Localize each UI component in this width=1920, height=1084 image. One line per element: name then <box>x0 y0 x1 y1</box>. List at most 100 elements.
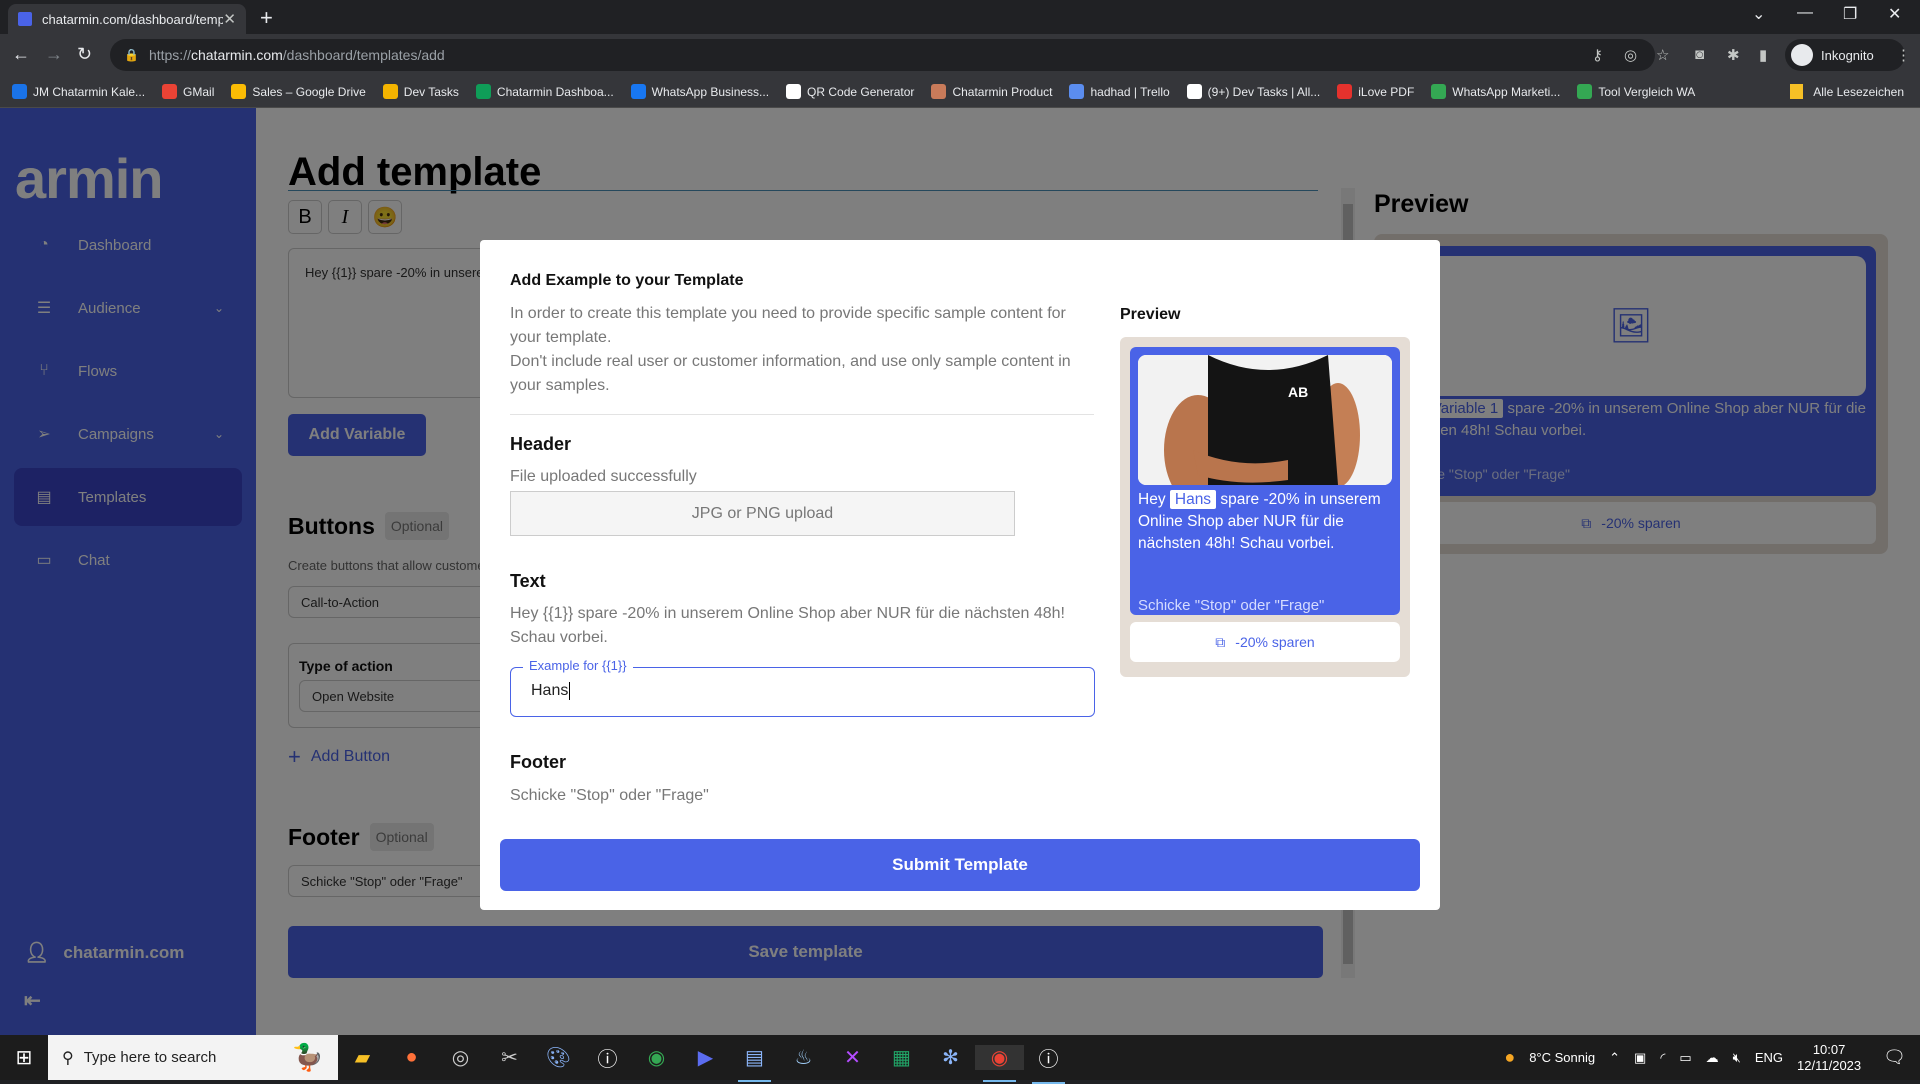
browser-toolbar: ← → ↻ 🔒 https://chatarmin.com/dashboard/… <box>0 34 1920 76</box>
external-link-icon: ⧉ <box>1215 633 1226 650</box>
avatar-icon <box>931 84 947 99</box>
modal-preview-cta-button: ⧉ -20% sparen <box>1130 622 1400 662</box>
incognito-badge[interactable]: Inkognito <box>1785 39 1905 71</box>
screen-icon[interactable]: ▣ <box>1634 1050 1646 1066</box>
example-variable-input[interactable]: Example for {{1}} Hans <box>510 658 1095 717</box>
star-icon[interactable]: ☆ <box>1656 46 1669 64</box>
product-photo-icon: AB <box>1138 355 1392 485</box>
new-tab-button[interactable]: + <box>260 5 273 31</box>
bookmark-item[interactable]: QR Code Generator <box>786 84 914 99</box>
bookmark-item[interactable]: WhatsApp Marketi... <box>1431 84 1560 99</box>
calendar-icon <box>12 84 27 99</box>
wifi-icon[interactable]: ◜ <box>1660 1050 1665 1066</box>
windows-start-icon[interactable]: ⊞ <box>0 1045 48 1070</box>
snipping-tool-icon[interactable]: ✂ <box>485 1045 534 1070</box>
favicon-icon <box>18 12 32 26</box>
bookmark-item[interactable]: Chatarmin Dashboa... <box>475 84 614 99</box>
bookmark-item[interactable]: iLove PDF <box>1337 84 1414 99</box>
example-input-label: Example for {{1}} <box>523 658 633 673</box>
drive-icon <box>231 84 247 99</box>
profile-label: Inkognito <box>1821 47 1874 63</box>
bookmark-item[interactable]: Tool Vergleich WA <box>1577 84 1695 99</box>
divider <box>510 414 1094 415</box>
battery-icon[interactable]: ▭ <box>1679 1050 1691 1066</box>
modal-preview-bubble: AB Hey Hans spare -20% in unserem Online… <box>1130 347 1400 615</box>
clock-date: 12/11/2023 <box>1797 1057 1862 1073</box>
bookmark-item[interactable]: (9+) Dev Tasks | All... <box>1186 84 1320 99</box>
eye-off-icon[interactable]: ◎ <box>1624 46 1637 64</box>
firefox-icon[interactable]: ● <box>387 1046 436 1069</box>
bookmark-item[interactable]: JM Chatarmin Kale... <box>12 84 145 99</box>
bookmark-label: JM Chatarmin Kale... <box>33 84 146 99</box>
tray-expand-icon[interactable]: ⌃ <box>1609 1050 1620 1066</box>
onedrive-icon[interactable]: ☁ <box>1706 1050 1719 1066</box>
language-indicator[interactable]: ENG <box>1755 1050 1783 1065</box>
close-tab-icon[interactable]: ✕ <box>223 10 236 28</box>
url-path: /dashboard/templates/add <box>282 47 445 63</box>
1password-icon[interactable]: ⓘ <box>583 1043 632 1072</box>
chrome-icon[interactable]: ◉ <box>632 1045 681 1070</box>
add-example-modal: Add Example to your Template In order to… <box>480 240 1440 910</box>
excel-icon[interactable]: ▦ <box>877 1045 926 1070</box>
obs-icon[interactable]: ◎ <box>436 1045 485 1070</box>
leaf-icon <box>475 84 491 99</box>
bookmark-item[interactable]: Sales – Google Drive <box>231 84 366 99</box>
notepad-icon[interactable]: ▤ <box>730 1045 779 1082</box>
weather-text[interactable]: 8°C Sonnig <box>1529 1050 1595 1065</box>
bookmark-label: Chatarmin Dashboa... <box>496 84 614 99</box>
notion-icon <box>1186 84 1202 99</box>
system-tray: ● 8°C Sonnig ⌃ ▣ ◜ ▭ ☁ 🔇︎ ENG 10:07 12/1… <box>1504 1035 1920 1080</box>
upload-status: File uploaded successfully <box>510 468 697 485</box>
extensions-icon[interactable]: ✱ <box>1727 46 1740 64</box>
gmail-icon <box>162 84 178 99</box>
volume-muted-icon[interactable]: 🔇︎ <box>1733 1050 1741 1066</box>
steam-icon[interactable]: ♨ <box>779 1045 828 1070</box>
incognito-icon <box>1791 44 1813 66</box>
power-automate-icon[interactable]: ▶ <box>681 1045 730 1070</box>
search-icon: ⚲ <box>62 1049 74 1067</box>
all-bookmarks[interactable]: Alle Lesezeichen <box>1790 84 1904 99</box>
bookmark-label: Chatarmin Product <box>952 84 1053 99</box>
reload-icon[interactable]: ↻ <box>77 44 92 65</box>
tab-search-icon[interactable]: ⌄ <box>1752 4 1765 24</box>
bookmark-item[interactable]: Chatarmin Product <box>931 84 1052 99</box>
header-heading: Header <box>510 434 572 454</box>
camera-icon[interactable]: ◙ <box>1695 46 1704 63</box>
qr-icon <box>786 84 802 99</box>
example-input-value[interactable]: Hans <box>531 682 571 700</box>
bookmarks-bar: JM Chatarmin Kale... GMail Sales – Google … <box>0 76 1920 108</box>
chrome-incognito-icon[interactable]: ◉ <box>975 1045 1024 1082</box>
bookmark-item[interactable]: GMail <box>162 84 214 99</box>
bookmark-item[interactable]: hadhad | Trello <box>1069 84 1170 99</box>
browser-tab[interactable]: chatarmin.com/dashboard/temp ✕ <box>8 4 246 34</box>
sky-x-icon[interactable]: ✕ <box>828 1045 877 1070</box>
1password-active-icon[interactable]: ⓘ <box>1024 1043 1073 1084</box>
lock-icon: 🔒 <box>124 48 139 62</box>
taskbar-search[interactable]: ⚲ Type here to search 🦆 <box>48 1035 338 1080</box>
trello-icon <box>1069 84 1085 99</box>
forward-icon[interactable]: → <box>45 44 63 65</box>
bookmark-label: WhatsApp Business... <box>651 84 770 99</box>
close-window-button[interactable]: ✕ <box>1888 4 1901 24</box>
modal-preview-footer: Schicke "Stop" oder "Frage" <box>1138 597 1325 614</box>
restore-button[interactable]: ❐ <box>1843 4 1857 24</box>
submit-template-button[interactable]: Submit Template <box>500 839 1420 891</box>
file-explorer-icon[interactable]: ▰ <box>338 1045 387 1070</box>
key-icon[interactable]: ⚷ <box>1592 46 1603 64</box>
paint-icon[interactable]: 🎨︎ <box>534 1045 583 1070</box>
notifications-icon[interactable]: 🗨︎ <box>1883 1047 1906 1068</box>
menu-icon[interactable]: ⋮ <box>1896 46 1911 64</box>
minimize-button[interactable]: — <box>1797 4 1813 22</box>
modal-preview-text-before: Hey <box>1138 491 1170 508</box>
clock[interactable]: 10:07 12/11/2023 <box>1797 1042 1861 1074</box>
modal-title: Add Example to your Template <box>510 272 744 289</box>
back-icon[interactable]: ← <box>12 44 30 65</box>
address-bar[interactable]: 🔒 https://chatarmin.com/dashboard/templa… <box>110 39 1655 71</box>
settings-gear-icon[interactable]: ✻ <box>926 1045 975 1070</box>
image-upload-button[interactable]: JPG or PNG upload <box>510 491 1015 536</box>
url-domain: chatarmin.com <box>190 47 283 63</box>
bookmark-item[interactable]: Dev Tasks <box>382 84 459 99</box>
bookmark-label: iLove PDF <box>1358 84 1415 99</box>
bookmark-item[interactable]: WhatsApp Business... <box>630 84 770 99</box>
sidepanel-icon[interactable]: ▮ <box>1759 46 1767 64</box>
